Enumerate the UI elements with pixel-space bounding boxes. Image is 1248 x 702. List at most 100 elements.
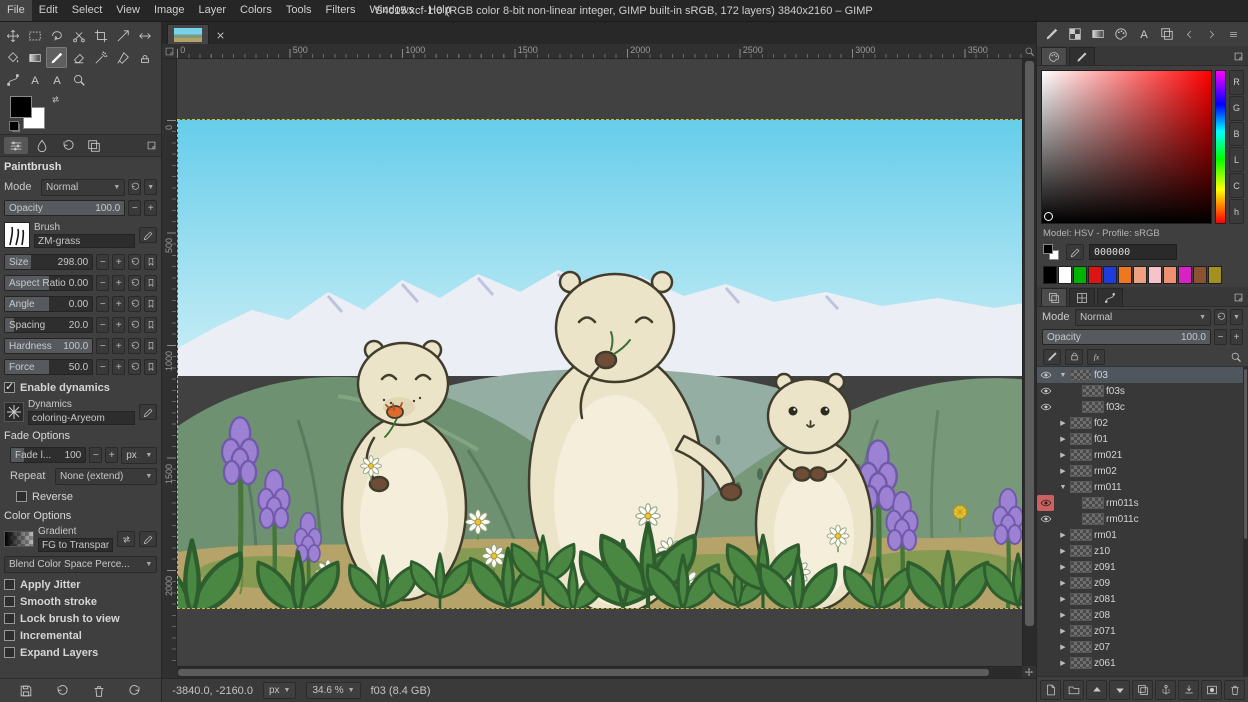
edit-color-button[interactable] <box>1066 244 1084 260</box>
size-decrease-button[interactable]: − <box>96 254 109 270</box>
layer-visibility-toggle[interactable] <box>1037 463 1054 479</box>
dock-tab-scroll-left[interactable] <box>1179 25 1200 43</box>
aspect-ratio-decrease-button[interactable]: − <box>96 275 109 291</box>
angle-link-button[interactable] <box>144 296 157 312</box>
layer-row-rm011c[interactable]: rm011c <box>1037 511 1243 527</box>
layer-row-z061[interactable]: ▶z061 <box>1037 655 1243 671</box>
layer-visibility-toggle[interactable] <box>1037 591 1054 607</box>
color-swatch[interactable] <box>1163 266 1177 284</box>
layer-expander[interactable]: ▶ <box>1058 595 1068 603</box>
foreground-color-swatch[interactable] <box>10 96 32 118</box>
force-slider[interactable]: Force50.0 <box>4 359 93 375</box>
menu-windows[interactable]: Windows <box>362 0 421 21</box>
move-tool[interactable] <box>2 25 23 46</box>
hex-entry[interactable] <box>1089 244 1177 260</box>
layer-row-rm011[interactable]: ▼rm011 <box>1037 479 1243 495</box>
layer-expander[interactable]: ▶ <box>1058 611 1068 619</box>
colors-tab[interactable] <box>1041 47 1067 65</box>
layer-mode-switch-button[interactable] <box>1214 309 1227 325</box>
menu-tools[interactable]: Tools <box>279 0 319 21</box>
layer-expander[interactable]: ▶ <box>1058 435 1068 443</box>
dock-tab-menu[interactable] <box>1223 25 1244 43</box>
dock-tab-scroll-right[interactable] <box>1201 25 1222 43</box>
layer-visibility-toggle[interactable] <box>1037 495 1054 511</box>
channel-l-button[interactable]: L <box>1229 147 1244 172</box>
color-swatch[interactable] <box>1118 266 1132 284</box>
angle-slider[interactable]: Angle0.00 <box>4 296 93 312</box>
layer-opacity-slider[interactable]: Opacity 100.0 <box>1042 329 1211 345</box>
layer-visibility-toggle[interactable] <box>1037 623 1054 639</box>
color-swatch[interactable] <box>1208 266 1222 284</box>
crop-tool[interactable] <box>90 25 111 46</box>
reverse-checkbox[interactable] <box>16 491 27 502</box>
layer-row-z07[interactable]: ▶z07 <box>1037 639 1243 655</box>
channel-h-button[interactable]: h <box>1229 199 1244 224</box>
size-increase-button[interactable]: + <box>112 254 125 270</box>
save-tool-preset-button[interactable] <box>19 684 33 698</box>
edit-gradient-button[interactable] <box>139 531 157 547</box>
dynamics-selector[interactable]: Dynamics coloring-Aryeom <box>4 399 157 425</box>
gradient-tool[interactable] <box>24 47 45 68</box>
lower-layer-button[interactable] <box>1109 680 1130 700</box>
hardness-decrease-button[interactable]: − <box>96 338 109 354</box>
channel-c-button[interactable]: C <box>1229 173 1244 198</box>
layer-visibility-toggle[interactable] <box>1037 607 1054 623</box>
layer-visibility-toggle[interactable] <box>1037 511 1054 527</box>
color-swatch[interactable] <box>1148 266 1162 284</box>
dock-document-history[interactable] <box>1156 25 1177 43</box>
color-swatch[interactable] <box>1073 266 1087 284</box>
channel-r-button[interactable]: R <box>1229 70 1244 95</box>
unit-select[interactable]: px ▼ <box>263 682 297 699</box>
layer-mode-select[interactable]: Normal ▼ <box>1075 309 1211 326</box>
apply-jitter-checkbox[interactable] <box>4 579 15 590</box>
dock-fonts[interactable] <box>1133 25 1154 43</box>
spacing-slider[interactable]: Spacing20.0 <box>4 317 93 333</box>
text-edit-tool[interactable] <box>46 69 67 90</box>
layer-row-f03c[interactable]: f03c <box>1037 399 1243 415</box>
layer-visibility-toggle[interactable] <box>1037 655 1054 671</box>
layer-row-f03[interactable]: ▼f03 <box>1037 367 1243 383</box>
aspect-ratio-link-button[interactable] <box>144 275 157 291</box>
blend-color-space-select[interactable]: Blend Color Space Perce... ▼ <box>4 556 157 573</box>
layer-visibility-toggle[interactable] <box>1037 575 1054 591</box>
zoom-follow-window-button[interactable] <box>1022 44 1036 59</box>
channel-g-button[interactable]: G <box>1229 96 1244 121</box>
layer-row-f02[interactable]: ▶f02 <box>1037 415 1243 431</box>
menu-file[interactable]: File <box>0 0 32 21</box>
fade-decrease-button[interactable]: − <box>89 447 102 463</box>
lock-brush-to-view-checkbox[interactable] <box>4 613 15 624</box>
horizontal-ruler[interactable]: 0500100015002000250030003500 <box>177 44 1022 59</box>
layer-opacity-increase-button[interactable]: + <box>1230 329 1243 345</box>
hardness-increase-button[interactable]: + <box>112 338 125 354</box>
color-swatch[interactable] <box>1043 266 1057 284</box>
dock-palettes[interactable] <box>1110 25 1131 43</box>
layer-row-rm02[interactable]: ▶rm02 <box>1037 463 1243 479</box>
layer-row-rm021[interactable]: ▶rm021 <box>1037 447 1243 463</box>
default-colors-icon[interactable] <box>12 124 20 132</box>
canvas-viewport[interactable] <box>177 59 1022 666</box>
mode-menu-button[interactable]: ▼ <box>144 179 157 195</box>
vertical-scrollbar-thumb[interactable] <box>1025 61 1034 626</box>
layer-visibility-toggle[interactable] <box>1037 639 1054 655</box>
layer-expander[interactable]: ▶ <box>1058 659 1068 667</box>
layer-mode-menu-button[interactable]: ▼ <box>1230 309 1243 325</box>
lock-alpha-toggle[interactable] <box>1087 349 1105 365</box>
dock-patterns[interactable] <box>1064 25 1085 43</box>
incremental-checkbox[interactable] <box>4 630 15 641</box>
hardness-link-button[interactable] <box>144 338 157 354</box>
close-image-button[interactable] <box>212 26 228 44</box>
layer-visibility-toggle[interactable] <box>1037 543 1054 559</box>
layer-row-rm01[interactable]: ▶rm01 <box>1037 527 1243 543</box>
layer-visibility-toggle[interactable] <box>1037 399 1054 415</box>
dock-gradients[interactable] <box>1087 25 1108 43</box>
layer-row-z091[interactable]: ▶z091 <box>1037 559 1243 575</box>
scissors-select-tool[interactable] <box>68 25 89 46</box>
layers-tab[interactable] <box>1041 288 1067 306</box>
airbrush-tool[interactable] <box>90 47 111 68</box>
aspect-ratio-increase-button[interactable]: + <box>112 275 125 291</box>
color-swatch[interactable] <box>1088 266 1102 284</box>
layer-expander[interactable]: ▶ <box>1058 467 1068 475</box>
layers-scrollbar-thumb[interactable] <box>1244 369 1247 539</box>
layer-visibility-toggle[interactable] <box>1037 559 1054 575</box>
menu-edit[interactable]: Edit <box>32 0 65 21</box>
